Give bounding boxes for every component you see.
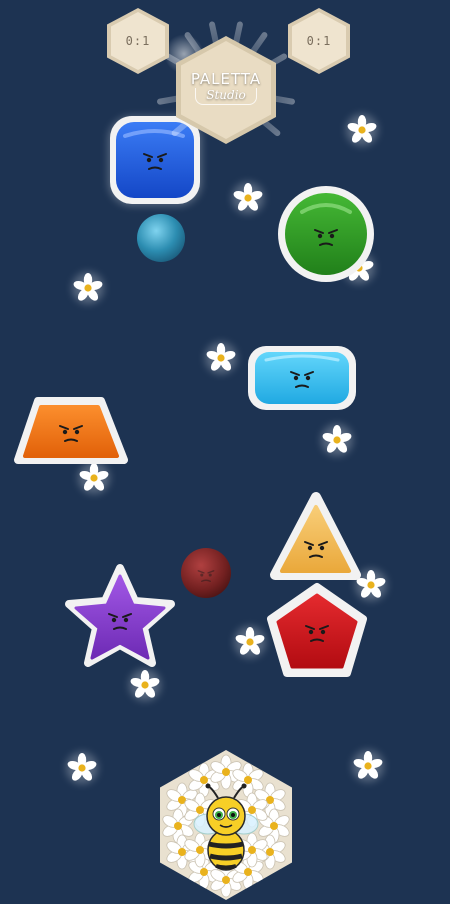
daisy-icon <box>352 750 384 782</box>
purple-star-face[interactable] <box>65 564 175 667</box>
yellow-triangle-face[interactable] <box>270 492 361 580</box>
left-score: 0:1 <box>125 34 151 48</box>
daisy-icon <box>78 462 110 494</box>
daisy-icon <box>205 342 237 374</box>
daisy-icon <box>129 669 161 701</box>
daisy-icon <box>346 114 378 146</box>
daisy-icon <box>66 752 98 784</box>
red-ball[interactable] <box>181 548 231 598</box>
red-pentagon-face[interactable] <box>267 583 367 677</box>
daisy-icon <box>72 272 104 304</box>
daisy-icon <box>234 626 266 658</box>
daisy-icon <box>232 182 264 214</box>
blue-square-face[interactable] <box>108 116 202 206</box>
game-board: 0:1 0:1 PALETTA Studio <box>0 0 450 900</box>
orange-trapezoid-face[interactable] <box>14 397 128 464</box>
green-circle-face[interactable] <box>278 186 374 282</box>
right-score: 0:1 <box>306 34 332 48</box>
logo-subtitle: Studio <box>195 87 257 105</box>
daisy-icon <box>321 424 353 456</box>
blue-ball[interactable] <box>137 214 185 262</box>
cyan-rectangle-face[interactable] <box>248 346 356 410</box>
logo-title: PALETTA <box>190 69 262 88</box>
